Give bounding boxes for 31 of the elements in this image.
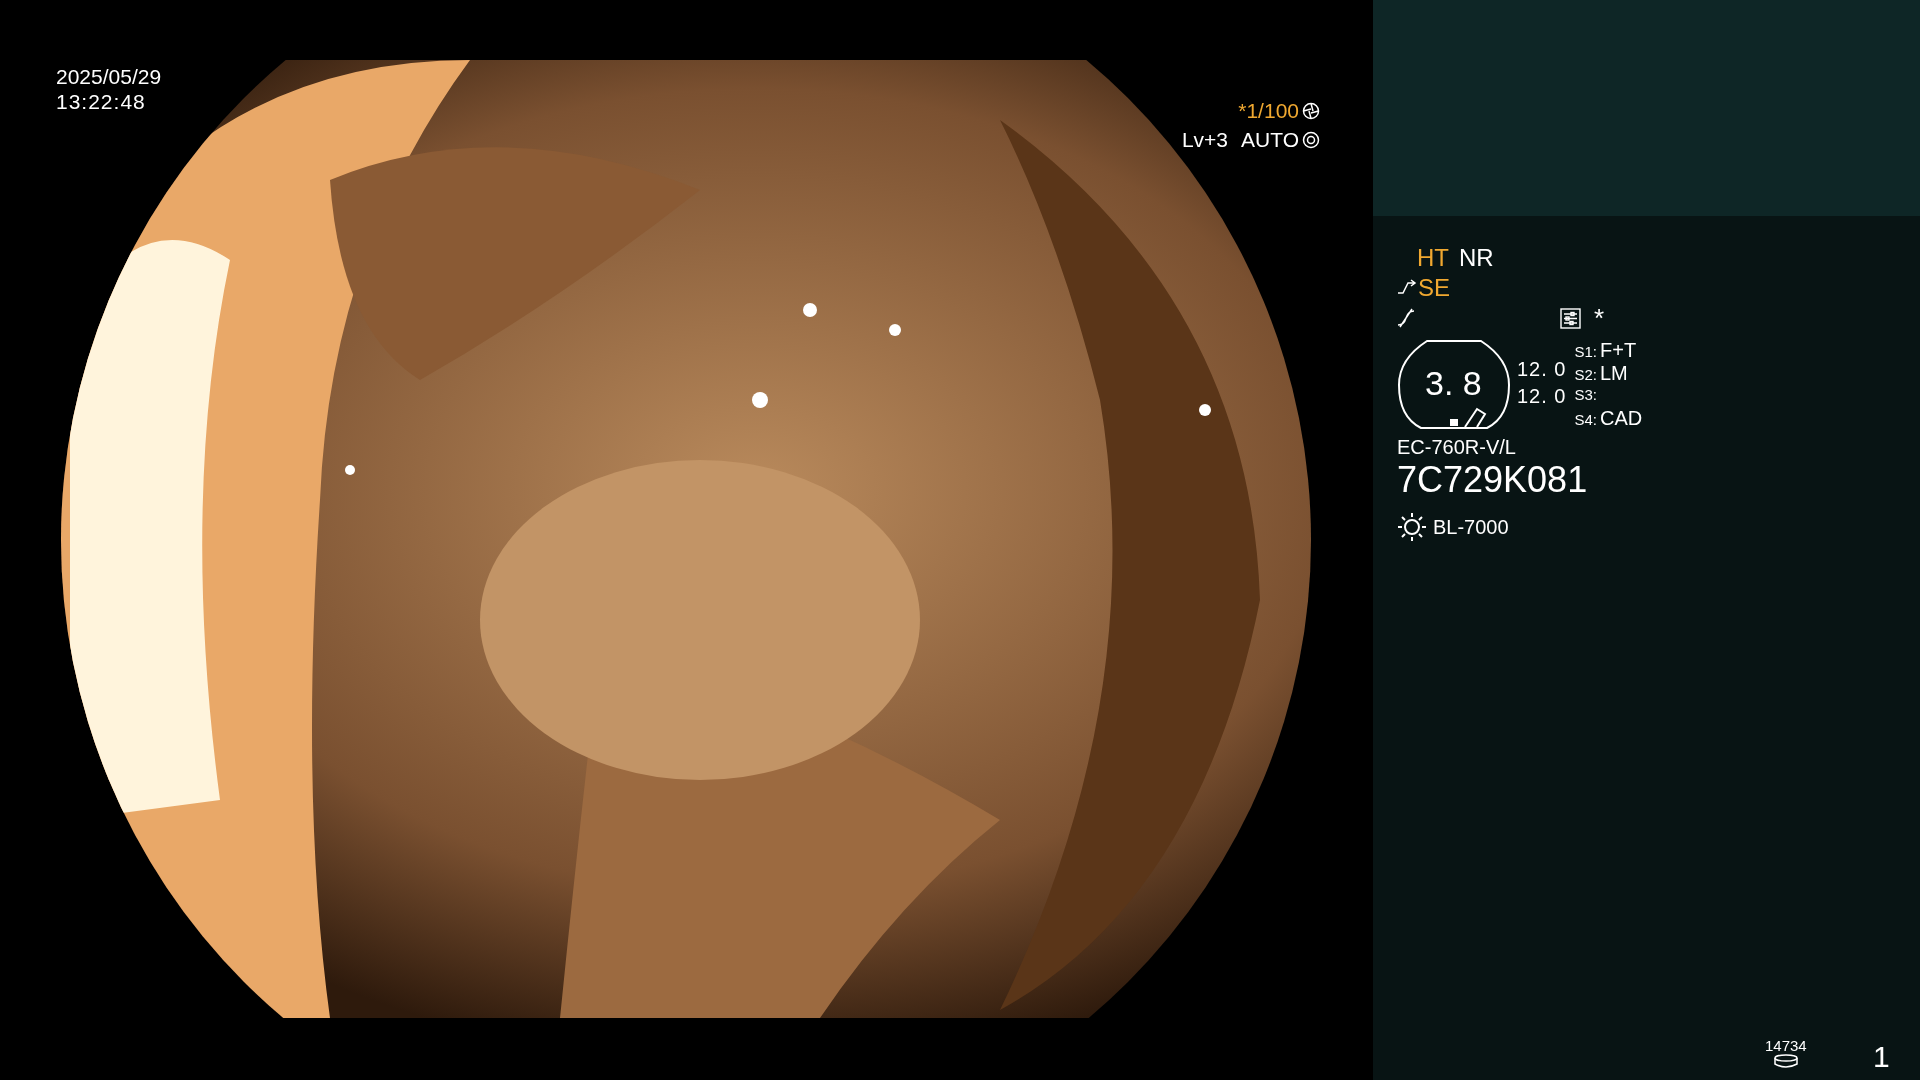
sliders-icon <box>1560 307 1581 329</box>
switch-key-text: S3: <box>1574 385 1597 405</box>
date-text: 2025/05/29 <box>56 64 162 89</box>
mode-indicator-text: HT <box>1417 243 1449 273</box>
switch-key-text: S1: <box>1574 342 1597 362</box>
shutter-speed-text: *1/100 <box>1238 98 1299 123</box>
switch-function-text: LM <box>1600 361 1628 384</box>
time-text: 13:22:48 <box>56 89 146 114</box>
asterisk-text: * <box>1594 303 1605 333</box>
exposure-level-text: Lv+3 <box>1181 127 1229 152</box>
ramp-arrow-icon <box>1397 279 1417 297</box>
counter-text: 14734 <box>1765 1038 1807 1054</box>
scope-model-text: EC-760R-V/L <box>1397 435 1516 460</box>
page-number-text: 1 <box>1873 1040 1890 1074</box>
switch-function-text: F+T <box>1600 339 1637 362</box>
magnification-reading-text: 12. 0 <box>1517 384 1567 409</box>
shutter-icon <box>1302 101 1320 120</box>
lamp-icon <box>1397 512 1427 542</box>
exposure-mode-text: AUTO <box>1241 127 1299 152</box>
mode-indicator-text: NR <box>1459 243 1494 273</box>
zoom-value-text: 3. 8 <box>1425 363 1482 403</box>
enhancement-mode-text: SE <box>1418 273 1450 303</box>
switch-key-text: S4: <box>1574 409 1597 430</box>
switch-function-text: CAD <box>1600 406 1643 429</box>
switch-key-text: S2: <box>1574 364 1597 385</box>
scope-serial-text: 7C729K081 <box>1397 460 1588 500</box>
aperture-icon <box>1302 130 1320 149</box>
light-source-text: BL-7000 <box>1433 515 1509 540</box>
magnification-reading-text: 12. 0 <box>1517 357 1567 382</box>
disk-icon <box>1772 1054 1799 1068</box>
curve-icon <box>1397 308 1415 328</box>
